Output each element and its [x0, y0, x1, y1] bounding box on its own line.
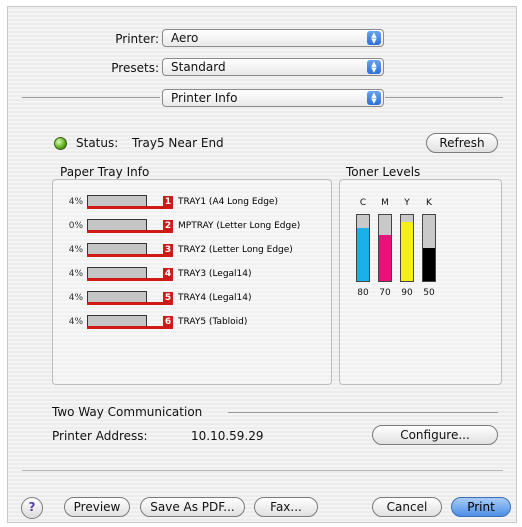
status-value: Tray5 Near End — [132, 136, 224, 150]
toner-value: 50 — [423, 288, 435, 298]
tray-red-strip — [87, 206, 173, 209]
help-button[interactable]: ? — [21, 497, 43, 519]
tray-name: TRAY4 (Legal14) — [178, 293, 252, 303]
refresh-button[interactable]: Refresh — [426, 133, 498, 153]
tray-level-bar — [87, 219, 173, 233]
cancel-button[interactable]: Cancel — [372, 497, 442, 517]
fax-button[interactable]: Fax... — [254, 497, 318, 517]
printer-value: Aero — [171, 31, 199, 45]
toner-column: Y 90 — [400, 198, 414, 298]
tray-percent: 4% — [68, 269, 83, 279]
save-as-pdf-button[interactable]: Save As PDF... — [140, 497, 245, 517]
preview-button[interactable]: Preview — [64, 497, 130, 517]
printer-popup[interactable]: Aero ▲ ▼ — [162, 29, 384, 47]
toner-title: Toner Levels — [346, 165, 421, 179]
tray-level-bar — [87, 195, 173, 209]
toner-gauge — [400, 214, 414, 282]
tray-row: 4% 3 TRAY2 (Letter Long Edge) — [53, 242, 293, 258]
panel-value: Printer Info — [171, 91, 238, 105]
tray-row: 0% 2 MPTRAY (Letter Long Edge) — [53, 218, 300, 234]
status-led-icon — [54, 137, 67, 150]
tray-red-strip — [87, 302, 173, 305]
toner-gauge — [378, 214, 392, 282]
tray-red-strip — [87, 230, 173, 233]
presets-popup[interactable]: Standard ▲ ▼ — [162, 58, 384, 76]
tray-name: TRAY2 (Letter Long Edge) — [178, 245, 293, 255]
toner-list: C 80 M 70 Y 90 K 50 — [340, 180, 490, 300]
toner-fill — [357, 228, 369, 281]
configure-button[interactable]: Configure... — [372, 425, 498, 445]
popup-arrows-icon: ▲ ▼ — [367, 31, 381, 45]
toner-value: 90 — [401, 288, 413, 298]
toner-fill — [379, 234, 391, 281]
paper-tray-title: Paper Tray Info — [60, 165, 150, 179]
two-way-title: Two Way Communication — [52, 405, 203, 419]
tray-name: TRAY5 (Tabloid) — [178, 317, 248, 327]
toner-fill — [401, 221, 413, 281]
paper-tray-group: 4% 1 TRAY1 (A4 Long Edge) 0% 2 MPTRAY (Letter… — [52, 179, 332, 385]
toner-letter: K — [426, 198, 432, 208]
toner-value: 70 — [379, 288, 391, 298]
panel-popup[interactable]: Printer Info ▲ ▼ — [162, 89, 384, 107]
tray-percent: 4% — [68, 197, 83, 207]
tray-percent: 0% — [68, 221, 83, 231]
toner-letter: M — [381, 198, 389, 208]
separator — [22, 470, 503, 471]
toner-fill — [423, 248, 435, 281]
tray-level-bar — [87, 267, 173, 281]
printer-address-label: Printer Address: — [52, 429, 148, 443]
toner-gauge — [422, 214, 436, 282]
tray-red-strip — [87, 326, 173, 329]
popup-arrows-icon: ▲ ▼ — [367, 91, 381, 105]
printer-label: Printer: — [115, 32, 159, 46]
tray-red-strip — [87, 278, 173, 281]
tray-percent: 4% — [68, 245, 83, 255]
tray-level-bar — [87, 315, 173, 329]
tray-name: TRAY3 (Legal14) — [178, 269, 252, 279]
tray-row: 4% 4 TRAY3 (Legal14) — [53, 266, 252, 282]
popup-arrows-icon: ▲ ▼ — [367, 60, 381, 74]
toner-column: K 50 — [422, 198, 436, 298]
print-button[interactable]: Print — [451, 497, 511, 517]
tray-row: 4% 5 TRAY4 (Legal14) — [53, 290, 252, 306]
toner-column: C 80 — [356, 198, 370, 298]
tray-level-bar — [87, 291, 173, 305]
separator — [228, 412, 498, 413]
tray-percent: 4% — [68, 293, 83, 303]
toner-letter: C — [359, 198, 367, 208]
toner-letter: Y — [404, 198, 410, 208]
status-label: Status: — [76, 136, 119, 150]
printer-address-value: 10.10.59.29 — [191, 429, 264, 443]
tray-name: MPTRAY (Letter Long Edge) — [178, 221, 301, 231]
toner-column: M 70 — [378, 198, 392, 298]
tray-level-bar — [87, 243, 173, 257]
toner-gauge — [356, 214, 370, 282]
print-dialog: Printer: Aero ▲ ▼ Presets: Standard ▲ ▼ Pr… — [7, 6, 517, 523]
presets-value: Standard — [171, 60, 226, 74]
toner-value: 80 — [357, 288, 369, 298]
tray-name: TRAY1 (A4 Long Edge) — [178, 197, 278, 207]
separator — [385, 97, 503, 98]
tray-row: 4% 1 TRAY1 (A4 Long Edge) — [53, 194, 278, 210]
presets-label: Presets: — [111, 61, 159, 75]
tray-row: 4% 6 TRAY5 (Tabloid) — [53, 314, 247, 330]
separator — [22, 97, 160, 98]
tray-percent: 4% — [68, 317, 83, 327]
tray-red-strip — [87, 254, 173, 257]
toner-group: C 80 M 70 Y 90 K 50 — [339, 179, 502, 385]
